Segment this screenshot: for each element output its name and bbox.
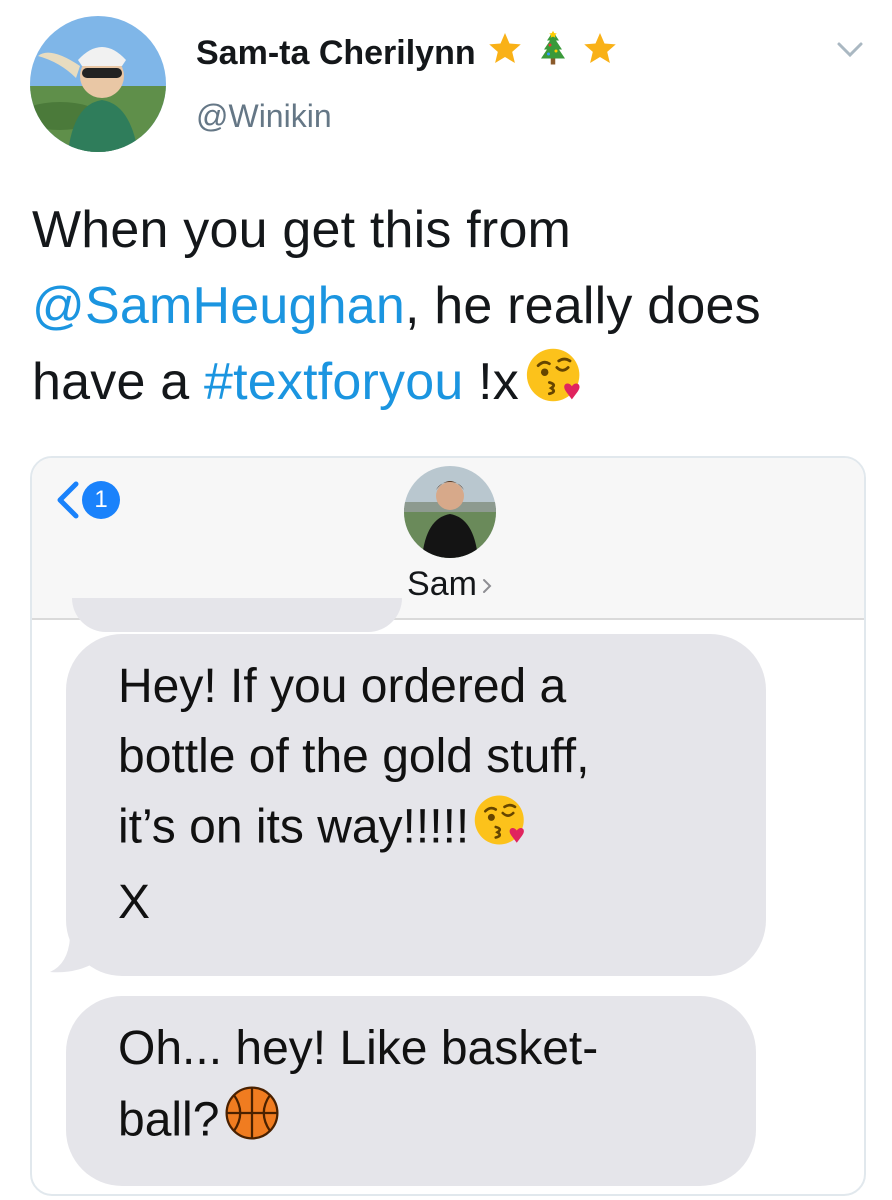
messages-screenshot[interactable]: 1 Sam Hey! If you ordered a bottle of th… bbox=[30, 456, 866, 1196]
message-bubble[interactable]: Oh... hey! Like basket- ball? bbox=[66, 996, 756, 1186]
chevron-right-icon bbox=[482, 579, 492, 594]
contact-name-text[interactable]: Sam bbox=[407, 565, 477, 603]
tweet-text: When you get this from @SamHeughan, he r… bbox=[32, 192, 872, 426]
star-icon bbox=[487, 30, 523, 80]
christmas-tree-icon bbox=[535, 30, 571, 80]
message-line: it’s on its way!!!!! bbox=[118, 792, 766, 868]
message-line: ball? bbox=[118, 1084, 756, 1162]
message-line-text: ball? bbox=[118, 1093, 220, 1147]
back-button[interactable]: 1 bbox=[54, 478, 120, 522]
previous-message-bubble bbox=[72, 598, 402, 632]
message-line: X bbox=[118, 876, 151, 929]
mention-link[interactable]: @SamHeughan bbox=[32, 277, 405, 335]
message-line: Oh... hey! Like basket- bbox=[118, 1022, 599, 1075]
message-line: Hey! If you ordered a bbox=[118, 660, 567, 713]
contact-avatar[interactable] bbox=[404, 466, 496, 558]
messages-header: 1 Sam bbox=[32, 458, 864, 620]
bubble-tail bbox=[50, 938, 96, 973]
face-blowing-kiss-icon bbox=[473, 792, 529, 868]
star-icon bbox=[582, 30, 618, 80]
author-display-name[interactable]: Sam-ta Cherilynn bbox=[196, 28, 618, 80]
hashtag-link[interactable]: #textforyou bbox=[204, 353, 463, 411]
tweet-header: Sam-ta Cherilynn @Winikin bbox=[0, 0, 892, 180]
message-bubble[interactable]: Hey! If you ordered a bottle of the gold… bbox=[66, 634, 766, 976]
display-name-text[interactable]: Sam-ta Cherilynn bbox=[196, 34, 476, 72]
author-handle[interactable]: @Winikin bbox=[196, 98, 332, 135]
author-avatar[interactable] bbox=[30, 16, 166, 152]
message-line-text: it’s on its way!!!!! bbox=[118, 800, 470, 854]
chevron-down-icon[interactable] bbox=[836, 40, 864, 60]
message-line: bottle of the gold stuff, bbox=[118, 730, 590, 783]
face-blowing-kiss-icon bbox=[525, 345, 585, 426]
chevron-left-icon bbox=[57, 481, 79, 519]
tweet-text-part: When you get this from bbox=[32, 201, 572, 259]
basketball-icon bbox=[223, 1084, 281, 1162]
unread-badge: 1 bbox=[82, 481, 120, 519]
tweet-text-part: !x bbox=[463, 353, 519, 411]
